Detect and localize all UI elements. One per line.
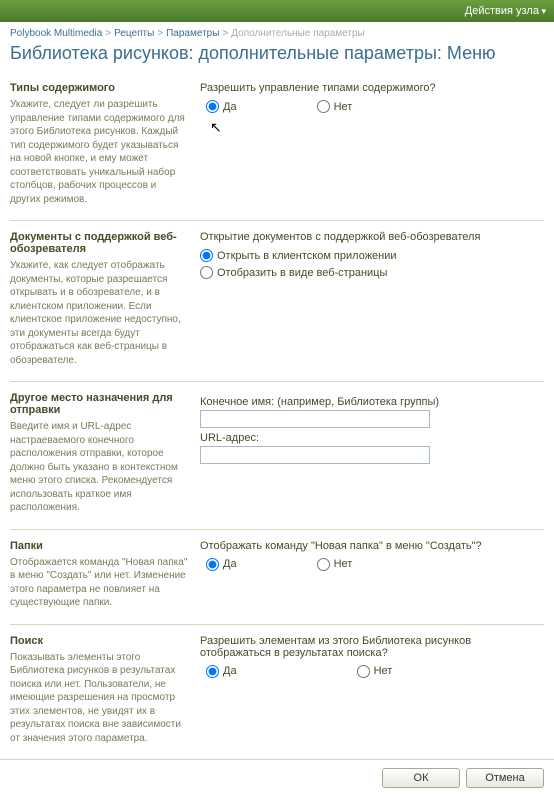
section-search: Поиск Показывать элементы этого Библиоте… [10, 624, 544, 760]
radio-label: Да [223, 558, 237, 570]
cancel-button[interactable]: Отмена [466, 768, 544, 788]
breadcrumb-link[interactable]: Рецепты [114, 28, 154, 39]
radio-label: Нет [334, 101, 353, 113]
section-heading: Папки [10, 540, 188, 552]
breadcrumb-current: Дополнительные параметры [231, 28, 364, 39]
section-desc: Укажите, следует ли разрешить управление… [10, 98, 188, 206]
field-label: URL-адрес: [200, 432, 544, 444]
radio-label: Открыть в клиентском приложении [217, 250, 397, 262]
radio-label: Отобразить в виде веб-страницы [217, 267, 387, 279]
radio-yes[interactable] [206, 558, 219, 571]
breadcrumb: Polybook Multimedia>Рецепты>Параметры>До… [0, 22, 554, 41]
dest-url-input[interactable] [200, 446, 430, 464]
section-heading: Поиск [10, 635, 188, 647]
section-web-docs: Документы с поддержкой веб-обозревателя … [10, 220, 544, 381]
section-heading: Типы содержимого [10, 82, 188, 94]
section-desc: Показывать элементы этого Библиотека рис… [10, 651, 188, 746]
section-heading: Другое место назначения для отправки [10, 392, 188, 416]
radio-web-page[interactable] [200, 266, 213, 279]
footer: ОК Отмена [0, 759, 554, 796]
question-label: Разрешить элементам из этого Библиотека … [200, 635, 544, 659]
section-content-types: Типы содержимого Укажите, следует ли раз… [10, 72, 544, 220]
site-actions-menu[interactable]: Действия узла [465, 5, 546, 17]
radio-label: Да [223, 665, 237, 677]
field-label: Конечное имя: (например, Библиотека груп… [200, 396, 544, 408]
radio-label: Да [223, 101, 237, 113]
section-heading: Документы с поддержкой веб-обозревателя [10, 231, 188, 255]
section-send-to: Другое место назначения для отправки Вве… [10, 381, 544, 529]
dest-name-input[interactable] [200, 410, 430, 428]
breadcrumb-link[interactable]: Polybook Multimedia [10, 28, 102, 39]
radio-yes[interactable] [206, 665, 219, 678]
page-title: Библиотека рисунков: дополнительные пара… [0, 41, 554, 72]
section-desc: Укажите, как следует отображать документ… [10, 259, 188, 367]
section-folders: Папки Отображается команда "Новая папка"… [10, 529, 544, 624]
radio-label: Нет [374, 665, 393, 677]
section-desc: Отображается команда "Новая папка" в мен… [10, 556, 188, 610]
top-bar: Действия узла [0, 0, 554, 22]
radio-client-app[interactable] [200, 249, 213, 262]
question-label: Разрешить управление типами содержимого? [200, 82, 544, 94]
breadcrumb-link[interactable]: Параметры [166, 28, 219, 39]
ok-button[interactable]: ОК [382, 768, 460, 788]
radio-yes[interactable] [206, 100, 219, 113]
question-label: Отображать команду "Новая папка" в меню … [200, 540, 544, 552]
question-label: Открытие документов с поддержкой веб-обо… [200, 231, 544, 243]
radio-no[interactable] [317, 100, 330, 113]
cursor-icon: ↖ [210, 119, 222, 135]
section-desc: Введите имя и URL-адрес настраеваемого к… [10, 420, 188, 515]
radio-no[interactable] [357, 665, 370, 678]
radio-no[interactable] [317, 558, 330, 571]
radio-label: Нет [334, 558, 353, 570]
